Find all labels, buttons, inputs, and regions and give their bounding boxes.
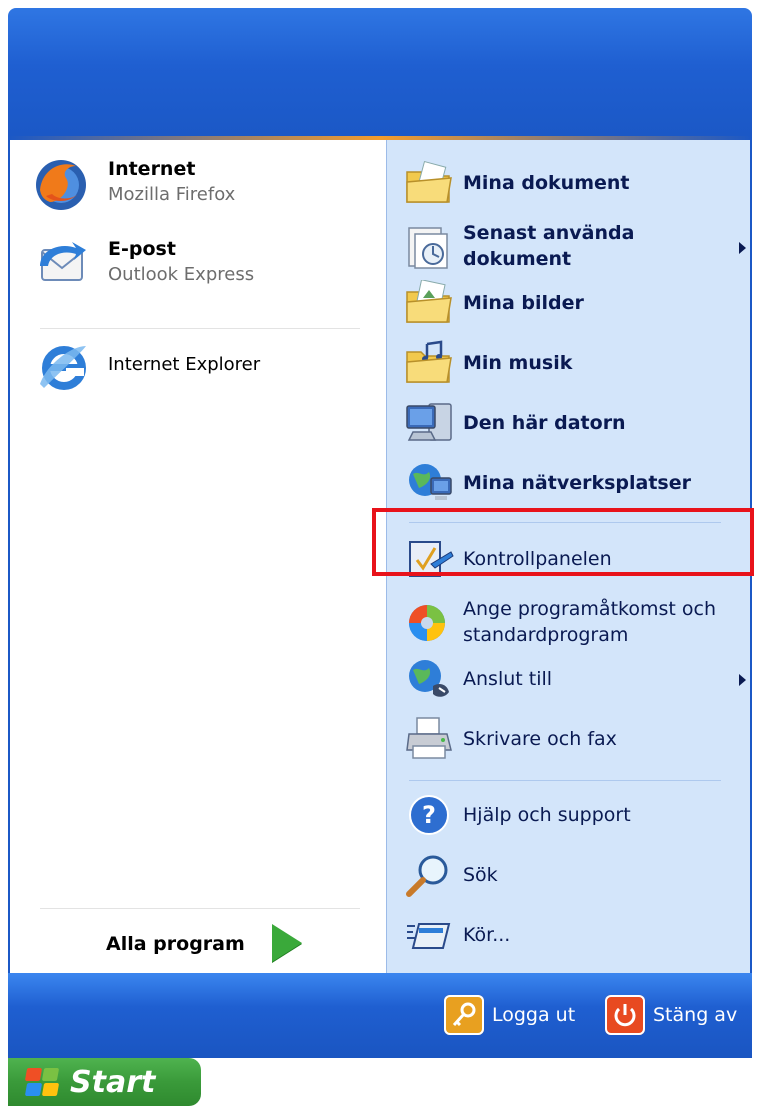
pinned-item-internet[interactable]: Internet Mozilla Firefox: [32, 154, 372, 218]
left-pane: Internet Mozilla Firefox E-post Outlook …: [8, 140, 388, 973]
submenu-arrow-icon: [739, 242, 746, 254]
all-programs-arrow-icon[interactable]: [272, 924, 302, 962]
menu-item-help-support[interactable]: ? Hjälp och support: [405, 790, 745, 844]
search-icon: [406, 855, 448, 897]
shutdown-button[interactable]: Stäng av: [605, 993, 737, 1037]
recent-label: Internet Explorer: [108, 354, 261, 375]
menu-item-label: Hjälp och support: [463, 804, 631, 826]
menu-item-label: Skrivare och fax: [463, 728, 617, 750]
pinned-subtitle: Outlook Express: [108, 264, 255, 285]
run-icon: [407, 923, 451, 949]
pinned-item-email[interactable]: E-post Outlook Express: [32, 234, 372, 298]
menu-item-label: Mina dokument: [463, 172, 630, 194]
all-programs-separator: [40, 908, 360, 909]
menu-item-label: Kör...: [463, 924, 511, 946]
menu-item-my-computer[interactable]: Den här datorn: [405, 398, 745, 452]
connect-icon: [409, 660, 449, 697]
taskbar: Start: [0, 1058, 758, 1106]
menu-item-network-places[interactable]: Mina nätverksplatser: [405, 458, 745, 512]
folder-music-icon: [406, 340, 452, 383]
program-access-icon: [409, 605, 445, 641]
power-icon: [605, 995, 645, 1035]
recent-item-internet-explorer[interactable]: Internet Explorer: [32, 336, 372, 400]
menu-item-program-access[interactable]: Ange programåtkomst och standardprogram: [405, 592, 745, 656]
menu-item-label: Mina nätverksplatser: [463, 472, 691, 494]
start-button[interactable]: Start: [8, 1058, 201, 1106]
control-panel-highlight: [372, 508, 754, 576]
menu-item-label: Anslut till: [463, 668, 553, 690]
printer-icon: [406, 717, 452, 759]
menu-item-connect-to[interactable]: Anslut till: [405, 654, 746, 708]
menu-item-my-pictures[interactable]: Mina bilder: [405, 278, 745, 332]
pinned-title: Internet: [108, 158, 196, 180]
menu-item-my-music[interactable]: Min musik: [405, 338, 745, 392]
menu-item-recent-documents[interactable]: Senast använda dokument: [405, 216, 746, 280]
folder-pictures-icon: [406, 280, 452, 323]
key-icon: [444, 995, 484, 1035]
logout-label: Logga ut: [492, 1004, 576, 1026]
right-separator: [409, 780, 721, 781]
start-menu-footer: Logga ut Stäng av: [8, 973, 752, 1058]
computer-icon: [406, 403, 452, 441]
menu-item-run[interactable]: Kör...: [405, 910, 745, 964]
folder-documents-icon: [406, 160, 452, 203]
menu-item-label: Sök: [463, 864, 498, 886]
pinned-subtitle: Mozilla Firefox: [108, 184, 236, 205]
menu-item-label: Ange programåtkomst och standardprogram: [463, 598, 716, 646]
submenu-arrow-icon: [739, 674, 746, 686]
menu-item-my-documents[interactable]: Mina dokument: [405, 158, 745, 212]
menu-item-label: Den här datorn: [463, 412, 626, 434]
menu-item-label: Min musik: [463, 352, 573, 374]
logout-button[interactable]: Logga ut: [444, 993, 575, 1037]
menu-item-search[interactable]: Sök: [405, 850, 745, 904]
menu-item-label: Mina bilder: [463, 292, 584, 314]
menu-item-printers-fax[interactable]: Skrivare och fax: [405, 714, 745, 768]
internet-explorer-icon: [40, 346, 86, 390]
firefox-icon: [36, 160, 86, 210]
all-programs-label[interactable]: Alla program: [106, 933, 245, 955]
help-icon: ?: [409, 795, 449, 835]
svg-text:?: ?: [422, 801, 436, 829]
start-label: Start: [70, 1064, 156, 1100]
pinned-title: E-post: [108, 238, 176, 260]
menu-item-label: Senast använda dokument: [463, 222, 635, 270]
windows-logo-icon: [24, 1066, 60, 1098]
start-menu-header: [8, 8, 752, 136]
pinned-separator: [40, 328, 360, 329]
outlook-express-icon: [40, 242, 86, 281]
recent-documents-icon: [408, 227, 448, 269]
network-icon: [409, 464, 452, 500]
shutdown-label: Stäng av: [653, 1004, 738, 1026]
